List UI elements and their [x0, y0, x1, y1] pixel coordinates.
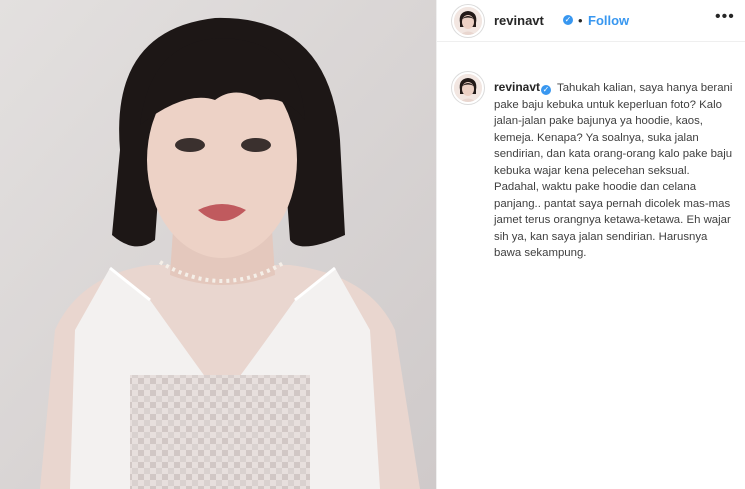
header-username[interactable]: revinavt — [494, 13, 544, 28]
avatar[interactable] — [452, 5, 484, 37]
verified-badge-icon: ✓ — [563, 15, 573, 25]
caption-text: Tahukah kalian, saya hanya berani pake b… — [494, 82, 733, 259]
avatar-image — [454, 74, 482, 102]
separator-dot: • — [578, 13, 583, 28]
post-sidebar: revinavt ✓ • Follow ••• revinavt ✓ Tahuka… — [436, 0, 745, 489]
follow-button[interactable]: Follow — [588, 13, 629, 28]
verified-badge-icon: ✓ — [541, 85, 552, 95]
portrait-illustration — [0, 0, 436, 489]
avatar-image — [454, 7, 482, 35]
instagram-post: revinavt ✓ • Follow ••• revinavt ✓ Tahuka… — [0, 0, 745, 489]
caption-username[interactable]: revinavt — [494, 80, 540, 94]
caption-avatar[interactable] — [452, 72, 484, 104]
post-header: revinavt ✓ • Follow ••• — [437, 0, 745, 42]
post-caption: revinavt ✓ Tahukah kalian, saya hanya ber… — [494, 79, 734, 262]
post-photo[interactable] — [0, 0, 436, 489]
more-options-icon[interactable]: ••• — [715, 8, 735, 26]
